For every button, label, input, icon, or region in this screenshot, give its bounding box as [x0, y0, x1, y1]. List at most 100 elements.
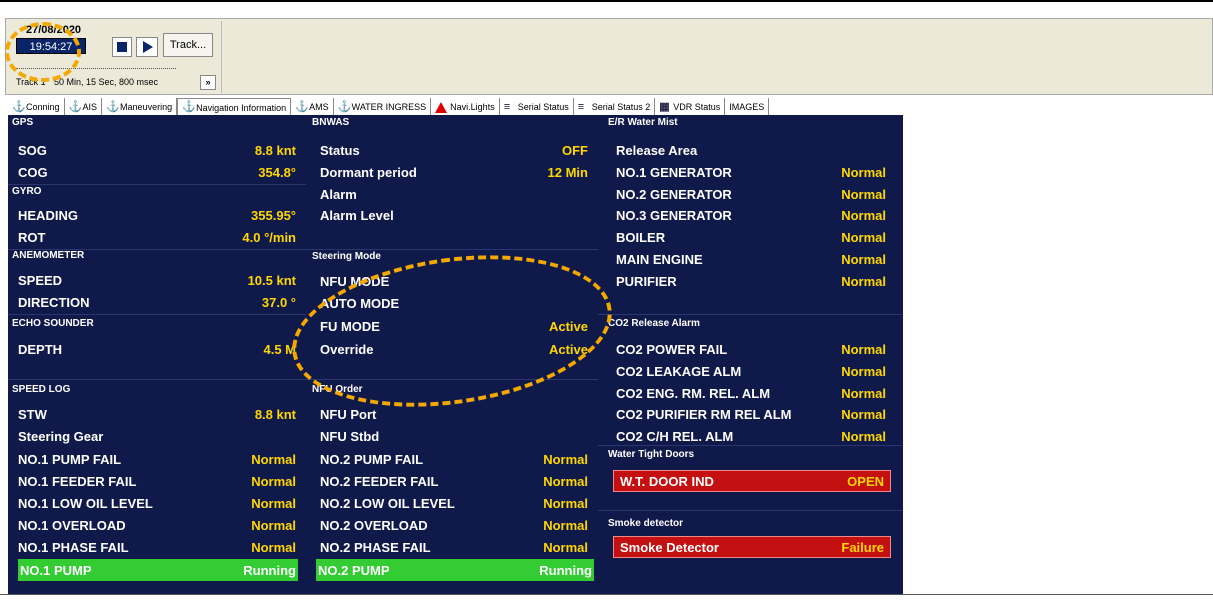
status-row-co2-eng-rm: CO2 ENG. RM. REL. ALM Normal: [616, 382, 886, 404]
tab-serial-status[interactable]: ≡ Serial Status: [500, 98, 574, 116]
status-row-alarm-level: Alarm Level: [320, 204, 588, 226]
tab-vdr-status[interactable]: ▦ VDR Status: [655, 98, 726, 116]
section-gyro: GYRO: [12, 186, 42, 197]
row-label: SOG: [18, 142, 47, 158]
tab-label: VDR Status: [673, 102, 721, 112]
track-duration: 50 Min, 15 Sec, 800 msec: [54, 77, 159, 87]
row-value: Normal: [251, 539, 296, 555]
anchor-icon: ⚓: [182, 101, 196, 113]
expand-button[interactable]: »: [200, 75, 216, 90]
tab-label: IMAGES: [729, 102, 765, 112]
row-value: Normal: [841, 229, 886, 245]
row-value: 8.8 knt: [254, 142, 296, 158]
row-label: CO2 C/H REL. ALM: [616, 428, 734, 444]
row-value: Normal: [841, 385, 886, 401]
status-row-main-engine: MAIN ENGINE Normal: [616, 248, 886, 270]
row-value: 4.0 °/min: [242, 229, 296, 245]
tab-label: AMS: [309, 102, 329, 112]
tab-ams[interactable]: ⚓ AMS: [291, 98, 334, 116]
tab-label: Navigation Information: [196, 102, 287, 113]
status-row-heading: HEADING 355.95°: [18, 204, 296, 226]
row-value: 37.0 °: [261, 294, 296, 310]
row-label: NO.1 FEEDER FAIL: [18, 473, 137, 489]
section-bnwas: BNWAS: [312, 117, 350, 128]
row-label: NO.2 FEEDER FAIL: [320, 473, 439, 489]
divider: [8, 379, 306, 380]
anchor-icon: ⚓: [12, 100, 26, 113]
row-label: Alarm Level: [320, 207, 394, 223]
tab-label: AIS: [82, 102, 98, 112]
row-label: DEPTH: [18, 341, 63, 357]
divider: [8, 314, 306, 315]
section-anemometer: ANEMOMETER: [12, 250, 85, 261]
row-value: Normal: [251, 473, 296, 489]
row-value: Normal: [841, 164, 886, 180]
status-row-no2-feeder-fail: NO.2 FEEDER FAIL Normal: [320, 470, 588, 492]
serial-icon: ≡: [503, 100, 511, 113]
row-label: NO.1 LOW OIL LEVEL: [18, 495, 153, 511]
tab-maneuvering[interactable]: ⚓ Maneuvering: [102, 98, 178, 116]
status-row-rot: ROT 4.0 °/min: [18, 226, 296, 248]
tab-navigation-information[interactable]: ⚓ Navigation Information: [177, 98, 292, 116]
row-value: Normal: [543, 517, 588, 533]
row-label: NO.3 GENERATOR: [616, 207, 732, 223]
section-speed-log: SPEED LOG: [12, 384, 71, 395]
row-value: Failure: [841, 539, 884, 555]
tab-label: WATER INGRESS: [351, 102, 427, 112]
anchor-icon: ⚓: [295, 100, 309, 113]
row-label: MAIN ENGINE: [616, 251, 703, 267]
row-label: NO.2 PHASE FAIL: [320, 539, 431, 555]
tab-ais[interactable]: ⚓ AIS: [65, 98, 103, 116]
status-row-nfu-port: NFU Port: [320, 403, 588, 425]
tab-navi-lights[interactable]: Navi.Lights: [431, 98, 500, 116]
tab-label: Serial Status: [517, 102, 569, 112]
status-row-depth: DEPTH 4.5 M: [18, 338, 296, 360]
status-row-dormant-period: Dormant period 12 Min: [320, 161, 588, 183]
playback-toolbar: 27/08/2020 19:54:27 Track... Track 1 50 …: [5, 18, 1213, 95]
tab-label: Navi.Lights: [450, 102, 495, 112]
tab-conning[interactable]: ⚓ Conning: [8, 98, 65, 116]
track-button[interactable]: Track...: [163, 33, 213, 57]
status-row-release-area: Release Area: [616, 139, 886, 161]
status-row-no2-pump-running: NO.2 PUMP Running: [316, 559, 594, 581]
tab-water-ingress[interactable]: ⚓ WATER INGRESS: [334, 98, 432, 116]
status-row-no1-feeder-fail: NO.1 FEEDER FAIL Normal: [18, 470, 296, 492]
row-value: Normal: [251, 451, 296, 467]
row-value: 8.8 knt: [254, 406, 296, 422]
divider: [598, 510, 903, 511]
play-button[interactable]: [136, 37, 158, 57]
status-row-speed: SPEED 10.5 knt: [18, 269, 296, 291]
row-label: Steering Gear: [18, 428, 104, 444]
status-strip: [0, 594, 1213, 600]
tab-label: Conning: [26, 102, 60, 112]
section-steering-mode: Steering Mode: [312, 251, 381, 262]
row-value: Normal: [841, 428, 886, 444]
row-label: NFU Port: [320, 406, 377, 422]
status-row-cog: COG 354.8°: [18, 161, 296, 183]
tab-images[interactable]: IMAGES: [725, 98, 770, 116]
divider: [598, 314, 903, 315]
status-row-no3-generator: NO.3 GENERATOR Normal: [616, 204, 886, 226]
status-row-wt-door-ind: W.T. DOOR IND OPEN: [613, 470, 891, 492]
row-value: Running: [539, 562, 592, 578]
row-label: CO2 PURIFIER RM REL ALM: [616, 406, 792, 422]
row-value: Normal: [543, 539, 588, 555]
row-label: PURIFIER: [616, 273, 677, 289]
row-label: NO.1 PUMP: [20, 562, 92, 578]
row-label: STW: [18, 406, 47, 422]
row-value: 10.5 knt: [247, 272, 296, 288]
row-label: NO.2 LOW OIL LEVEL: [320, 495, 455, 511]
tab-label: Maneuvering: [120, 102, 173, 112]
row-label: NO.1 GENERATOR: [616, 164, 732, 180]
row-label: Alarm: [320, 186, 357, 202]
stop-button[interactable]: [112, 37, 132, 57]
status-row-steering-gear: Steering Gear: [18, 425, 296, 447]
section-smoke-detector: Smoke detector: [608, 518, 684, 529]
status-row-no1-pump-running: NO.1 PUMP Running: [18, 559, 298, 581]
row-value: OFF: [562, 142, 588, 158]
row-label: NO.1 OVERLOAD: [18, 517, 126, 533]
row-label: COG: [18, 164, 48, 180]
anchor-icon: ⚓: [106, 100, 120, 113]
tab-serial-status-2[interactable]: ≡ Serial Status 2: [574, 98, 656, 116]
status-row-no2-low-oil: NO.2 LOW OIL LEVEL Normal: [320, 492, 588, 514]
